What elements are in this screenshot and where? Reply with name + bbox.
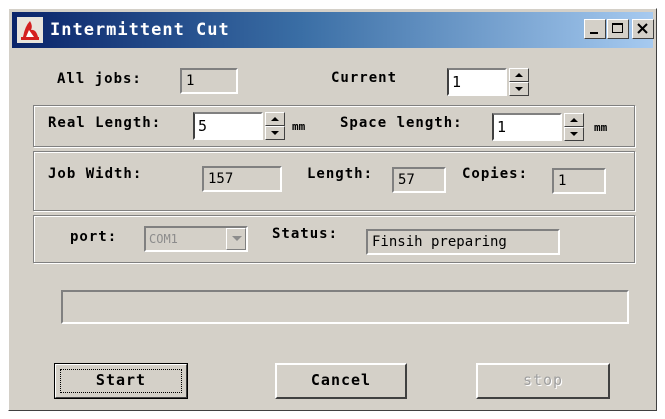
- space-length-increment-button[interactable]: [564, 113, 584, 127]
- connection-group: port: COM1 Status: Finsih preparing: [33, 215, 635, 263]
- status-label: Status:: [272, 226, 339, 242]
- cancel-button[interactable]: Cancel: [275, 363, 407, 399]
- chevron-down-icon: [232, 236, 242, 241]
- arrow-down-icon: [271, 131, 279, 135]
- status-field: Finsih preparing: [366, 229, 560, 255]
- job-info-group: Job Width: 157 Length: 57 Copies: 1: [33, 151, 635, 211]
- real-length-input[interactable]: 5: [193, 112, 263, 140]
- arrow-up-icon: [271, 117, 279, 121]
- title-bar[interactable]: Intermittent Cut: [12, 12, 654, 48]
- stop-button[interactable]: stop: [476, 363, 610, 399]
- start-button[interactable]: Start: [54, 363, 188, 399]
- real-length-spinner[interactable]: [265, 112, 285, 140]
- app-icon: [17, 17, 43, 43]
- port-select[interactable]: COM1: [144, 226, 248, 252]
- all-jobs-label: All jobs:: [57, 71, 142, 87]
- length-group: Real Length: 5 mm Space length: 1 mm: [33, 105, 635, 147]
- space-length-label: Space length:: [340, 115, 463, 131]
- port-label: port:: [70, 229, 118, 245]
- minimize-button[interactable]: [584, 19, 606, 39]
- port-select-value: COM1: [149, 232, 178, 246]
- close-icon: [637, 23, 648, 34]
- arrow-down-icon: [515, 87, 523, 91]
- current-increment-button[interactable]: [509, 68, 529, 82]
- space-length-spinner[interactable]: [564, 113, 584, 141]
- current-label: Current: [331, 70, 398, 86]
- real-length-unit: mm: [292, 120, 306, 133]
- length-field: 57: [392, 167, 446, 193]
- window-title: Intermittent Cut: [50, 20, 230, 40]
- job-width-field: 157: [202, 166, 282, 192]
- intermittent-cut-dialog: Intermittent Cut All jobs: 1 Current 1 R…: [8, 8, 657, 411]
- space-length-decrement-button[interactable]: [564, 127, 584, 141]
- all-jobs-field: 1: [180, 68, 238, 94]
- close-button[interactable]: [632, 19, 654, 39]
- space-length-input[interactable]: 1: [492, 113, 562, 141]
- space-length-unit: mm: [594, 121, 608, 134]
- start-button-label: Start: [95, 371, 147, 389]
- real-length-decrement-button[interactable]: [265, 126, 285, 140]
- port-dropdown-button[interactable]: [226, 228, 246, 250]
- real-length-label: Real Length:: [48, 115, 162, 131]
- maximize-icon: [612, 23, 623, 33]
- arrow-down-icon: [570, 132, 578, 136]
- real-length-increment-button[interactable]: [265, 112, 285, 126]
- arrow-up-icon: [515, 73, 523, 77]
- cancel-button-label: Cancel: [310, 371, 372, 389]
- job-width-label: Job Width:: [48, 166, 143, 182]
- maximize-button[interactable]: [607, 19, 629, 39]
- copies-label: Copies:: [462, 166, 529, 182]
- progress-bar: [61, 290, 629, 324]
- arrow-up-icon: [570, 118, 578, 122]
- minimize-icon: [590, 32, 598, 34]
- stop-button-label: stop: [522, 371, 564, 389]
- current-input[interactable]: 1: [447, 68, 507, 96]
- length-label: Length:: [307, 166, 374, 182]
- current-spinner[interactable]: [509, 68, 529, 96]
- copies-field: 1: [552, 168, 606, 194]
- current-decrement-button[interactable]: [509, 82, 529, 96]
